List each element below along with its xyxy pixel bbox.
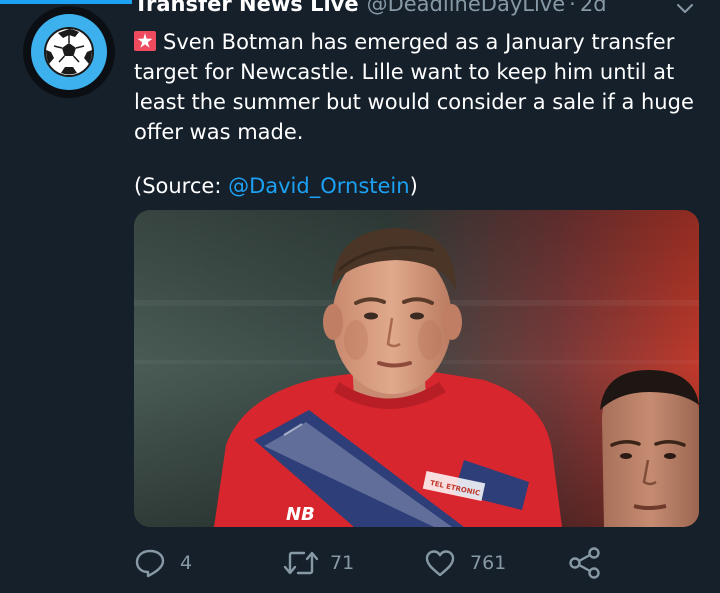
separator-dot: · [569, 0, 576, 16]
source-mention-link[interactable]: @David_Ornstein [228, 174, 409, 198]
like-count: 761 [470, 552, 507, 574]
share-icon [569, 547, 600, 579]
police-siren-emoji [134, 31, 156, 51]
avatar-ring [31, 14, 107, 90]
reply-button[interactable]: 4 [134, 543, 192, 583]
tweet-actions: 4 71 761 [134, 543, 614, 583]
retweet-button[interactable]: 71 [282, 543, 354, 583]
tweet-text: Sven Botman has emerged as a January tra… [134, 27, 694, 147]
like-button[interactable]: 761 [424, 543, 506, 583]
source-prefix: (Source: [134, 174, 229, 198]
heart-icon [425, 550, 455, 577]
player-photo-illustration: TEL ETRONIC NB [134, 210, 699, 527]
share-button[interactable] [568, 543, 602, 583]
tweet-text-body: Sven Botman has emerged as a January tra… [134, 30, 694, 144]
tweet-header: Transfer News Live @DeadlineDayLive · 2d [134, 0, 607, 16]
display-name[interactable]: Transfer News Live [134, 0, 359, 16]
reply-icon [135, 549, 165, 578]
retweet-count: 71 [330, 552, 355, 574]
user-handle[interactable]: @DeadlineDayLive [367, 0, 566, 16]
source-suffix: ) [409, 174, 418, 198]
tweet-media-photo[interactable]: TEL ETRONIC NB [134, 210, 699, 527]
retweet-icon [283, 551, 319, 575]
soccer-ball-icon [44, 27, 94, 77]
reply-count: 4 [180, 552, 193, 574]
timestamp[interactable]: 2d [580, 0, 607, 16]
top-accent-bar [0, 0, 132, 4]
svg-text:NB: NB [286, 504, 315, 525]
chevron-down-icon[interactable] [675, 2, 695, 16]
source-line: (Source: @David_Ornstein) [134, 171, 418, 201]
tweet-card[interactable]: Transfer News Live @DeadlineDayLive · 2d… [0, 0, 720, 593]
avatar[interactable] [23, 6, 115, 98]
